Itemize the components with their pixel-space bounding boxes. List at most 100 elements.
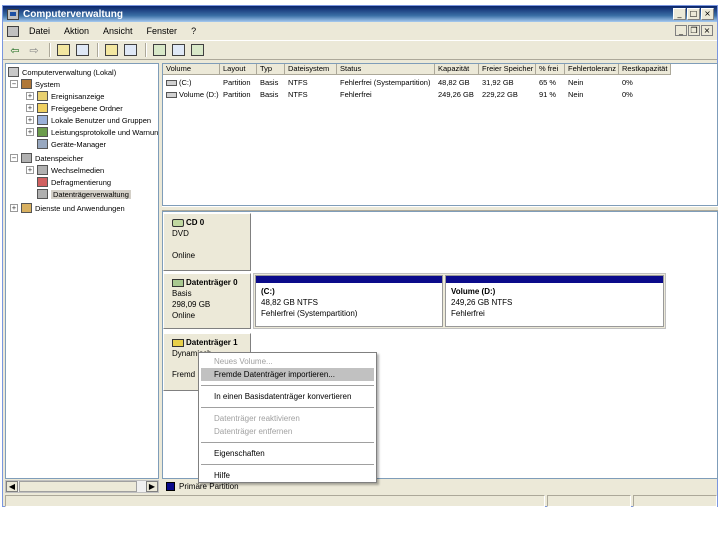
cell-prozent-frei: 65 % [539,78,557,87]
menu-fenster[interactable]: Fenster [140,26,185,36]
services-icon [21,203,32,213]
mdi-child-icon[interactable] [7,25,19,37]
title-bar[interactable]: Computerverwaltung _ □ × [3,6,717,22]
scroll-right-icon[interactable]: ▶ [146,481,158,492]
collapse-icon[interactable]: − [10,80,18,88]
event-viewer-icon [37,91,48,101]
tree-item-freigegebene-ordner[interactable]: + Freigegebene Ordner [26,102,123,114]
tree-horizontal-scrollbar[interactable]: ◀ ▶ [5,480,159,493]
defrag-icon [37,177,48,187]
column-header-freier-speicher[interactable]: Freier Speicher [479,64,536,75]
tree-item-dienste[interactable]: + Dienste und Anwendungen [10,202,125,214]
tree-item-wechselmedien[interactable]: + Wechselmedien [26,164,104,176]
export-list-icon[interactable] [170,42,186,58]
column-header-kapazitaet[interactable]: Kapazität [435,64,479,75]
status-pane-main [5,495,545,507]
cell-typ: Basis [260,90,279,99]
computer-management-icon [7,8,19,20]
column-header-volume[interactable]: Volume [163,64,220,75]
column-header-status[interactable]: Status [337,64,435,75]
close-button[interactable]: × [701,8,714,20]
arrow-left-icon[interactable]: ⇦ [7,42,23,58]
scroll-left-icon[interactable]: ◀ [6,481,18,492]
expand-icon[interactable]: + [26,116,34,124]
mdi-close-button[interactable]: × [701,25,713,36]
menu-datei[interactable]: Datei [22,26,57,36]
menu-help[interactable]: ? [184,26,203,36]
menu-item-properties[interactable]: Eigenschaften [199,447,376,460]
column-header-typ[interactable]: Typ [257,64,285,75]
menu-aktion[interactable]: Aktion [57,26,96,36]
removable-media-icon [37,165,48,175]
disk-name: CD 0 [186,218,205,227]
properties-icon[interactable] [122,42,138,58]
minimize-button[interactable]: _ [673,8,686,20]
expand-icon[interactable]: + [26,92,34,100]
mdi-restore-button[interactable]: ❐ [688,25,700,36]
column-header-layout[interactable]: Layout [220,64,257,75]
column-header-dateisystem[interactable]: Dateisystem [285,64,337,75]
tree-item-system[interactable]: − System [10,78,60,90]
cell-freier-speicher: 31,92 GB [482,78,514,87]
show-hide-tree-icon[interactable] [74,42,90,58]
dynamic-disk-icon [172,338,184,347]
cell-freier-speicher: 229,22 GB [482,90,518,99]
menu-item-import-foreign-disks[interactable]: Fremde Datenträger importieren... [201,368,374,381]
tree-item-computerverwaltung[interactable]: Computerverwaltung (Lokal) [8,66,116,78]
expand-icon[interactable]: + [26,104,34,112]
tree-item-label: Ereignisanzeige [51,91,105,101]
tree-item-datenspeicher[interactable]: − Datenspeicher [10,152,83,164]
tree-item-label: System [35,79,61,89]
mdi-minimize-button[interactable]: _ [675,25,687,36]
disk-cd0[interactable]: CD 0 DVD Online [163,213,251,271]
storage-icon [21,153,32,163]
status-bar [5,495,717,507]
expand-icon[interactable]: + [26,166,34,174]
tree-item-leistungsprotokolle[interactable]: + Leistungsprotokolle und Warnungen [26,126,158,138]
disk-0[interactable]: Datenträger 0 Basis 298,09 GB Online [163,273,251,329]
cell-text: Volume (D:) [179,90,219,99]
maximize-button[interactable]: □ [687,8,700,20]
volume-icon [166,92,177,98]
tree-item-lokale-benutzer[interactable]: + Lokale Benutzer und Gruppen [26,114,151,126]
disk-management-icon [37,189,48,199]
menu-ansicht[interactable]: Ansicht [96,26,140,36]
partition-c[interactable]: (C:) 48,82 GB NTFS Fehlerfrei (Systempar… [255,275,443,327]
column-header-restkapazitaet[interactable]: Restkapazität [619,64,671,75]
column-header-fehlertoleranz[interactable]: Fehlertoleranz [565,64,619,75]
disk-name: Datenträger 0 [186,278,238,287]
scroll-thumb[interactable] [19,481,137,492]
menu-item-convert-to-basic[interactable]: In einen Basisdatenträger konvertieren [199,390,376,403]
tree-item-defragmentierung[interactable]: Defragmentierung [26,176,111,188]
tree-item-datentraegerverwaltung[interactable]: Datenträgerverwaltung [26,188,131,200]
help-icon[interactable] [103,42,119,58]
tree-item-ereignisanzeige[interactable]: + Ereignisanzeige [26,90,104,102]
tree-item-geraete-manager[interactable]: Geräte-Manager [26,138,106,150]
toolbar: ⇦ ⇨ [3,40,717,60]
menu-item-help[interactable]: Hilfe [199,469,376,482]
cell-typ: Basis [260,78,279,87]
tree-item-label: Wechselmedien [51,165,105,175]
disk-size: 298,09 GB [172,300,211,309]
status-pane-3 [633,495,717,507]
up-folder-icon[interactable] [55,42,71,58]
cell-fehlertoleranz: Nein [568,78,584,87]
arrow-right-icon[interactable]: ⇨ [26,42,42,58]
shared-folder-icon [37,103,48,113]
cd0-media-area[interactable] [253,213,717,271]
disk-properties-icon[interactable] [189,42,205,58]
toolbar-separator [49,43,51,57]
legend-label: Primäre Partition [179,482,239,491]
menu-item-reactivate-disk: Datenträger reaktivieren [214,414,300,423]
collapse-icon[interactable]: − [10,154,18,162]
tree-item-label: Defragmentierung [51,177,112,187]
column-header-prozent-frei[interactable]: % frei [536,64,565,75]
expand-icon[interactable]: + [10,204,18,212]
refresh-icon[interactable] [151,42,167,58]
console-tree: Computerverwaltung (Lokal) − System + Er… [5,63,159,479]
cell-layout: Partition [223,78,251,87]
partition-d[interactable]: Volume (D:) 249,26 GB NTFS Fehlerfrei [445,275,664,327]
expand-icon[interactable]: + [26,128,34,136]
tree-item-label: Lokale Benutzer und Gruppen [51,115,152,125]
